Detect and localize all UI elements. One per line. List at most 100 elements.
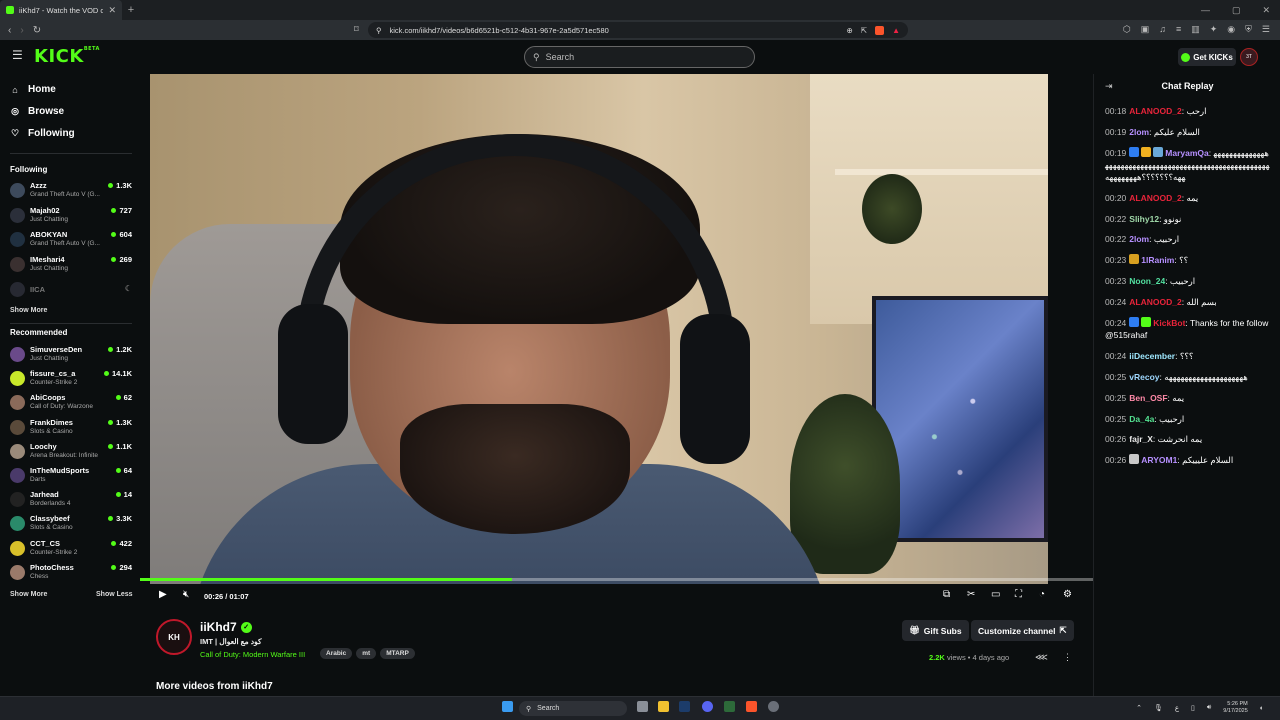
chat-username[interactable]: Ben_OSF (1129, 393, 1167, 403)
collapse-chat-icon[interactable]: ⇥ (1105, 81, 1113, 92)
sidebar-nav-browse[interactable]: ◎ Browse (10, 106, 64, 117)
chat-username[interactable]: iiDecember (1129, 351, 1175, 361)
chat-username[interactable]: Noon_24 (1129, 276, 1165, 286)
recommended-channel-item[interactable]: SimuverseDen Just Chatting 1.2K (10, 344, 132, 366)
following-channel-item[interactable]: Azzz Grand Theft Auto V (G... 1.3K (10, 180, 132, 202)
theater-mode-icon[interactable]: ▭ (991, 589, 1000, 600)
chat-username[interactable]: fajr_X (1129, 434, 1153, 444)
recommended-show-less-button[interactable]: Show Less (96, 591, 133, 598)
recommended-channel-item[interactable]: AbiCoops Call of Duty: Warzone 62 (10, 392, 132, 414)
recommended-show-more-button[interactable]: Show More (10, 591, 47, 598)
settings-gear-icon[interactable]: ⚙ (1063, 589, 1072, 600)
recommended-channel-item[interactable]: fissure_cs_a Counter-Strike 2 14.1K (10, 368, 132, 390)
clip-icon[interactable]: ✂ (967, 589, 975, 600)
brave-shield-icon[interactable] (875, 25, 885, 35)
following-channel-item[interactable]: IMeshari4 Just Chatting 269 (10, 254, 132, 276)
following-channel-item[interactable]: Majah02 Just Chatting 727 (10, 205, 132, 227)
zoom-icon[interactable]: ⊕ (846, 26, 852, 35)
brave-rewards-icon[interactable]: ▲ (892, 26, 900, 35)
vpn-icon[interactable]: ⛨ (1245, 24, 1252, 35)
tag[interactable]: Arabic (320, 648, 353, 659)
get-kicks-button[interactable]: Get KICKs (1178, 48, 1236, 66)
minimize-icon[interactable]: — (1201, 5, 1210, 15)
file-explorer-icon[interactable] (658, 701, 669, 712)
language-icon[interactable]: ع (1175, 704, 1179, 712)
chat-username[interactable]: vRecoy (1129, 372, 1159, 382)
chat-username[interactable]: Da_4a (1129, 414, 1154, 424)
chat-username[interactable]: Slihy12 (1129, 214, 1159, 224)
chat-username[interactable]: 2lom (1129, 127, 1149, 137)
brave-browser-icon[interactable] (746, 701, 757, 712)
forward-icon[interactable]: › (20, 25, 23, 36)
channel-avatar-large[interactable]: KH (156, 619, 192, 655)
taskbar-search[interactable]: ⚲ Search (519, 701, 627, 716)
following-show-more-button[interactable]: Show More (10, 307, 47, 314)
recommended-channel-item[interactable]: FrankDimes Slots & Casino 1.3K (10, 417, 132, 439)
xbox-icon[interactable] (724, 701, 735, 712)
profile-icon[interactable]: ◉ (1227, 24, 1235, 35)
site-info-icon[interactable]: ⚲ (376, 26, 382, 35)
customize-channel-button[interactable]: Customize channel ⇱ (971, 620, 1074, 641)
chat-username[interactable]: ALANOOD_2 (1129, 297, 1181, 307)
chevron-up-icon[interactable]: ⌃ (1136, 704, 1142, 712)
kick-logo[interactable]: KICKBETA (34, 46, 100, 67)
sidebar-toggle-icon[interactable]: ▥ (1191, 24, 1200, 35)
sidebar-nav-following[interactable]: ♡ Following (10, 128, 75, 139)
recommended-channel-item[interactable]: PhotoChess Chess 294 (10, 562, 132, 584)
reading-list-icon[interactable]: ≡ (1176, 24, 1181, 35)
maximize-icon[interactable]: ▢ (1232, 5, 1241, 16)
tag[interactable]: mt (356, 648, 377, 659)
new-tab-button[interactable]: + (122, 4, 140, 16)
bookmark-icon[interactable]: ⌑ (354, 24, 359, 35)
recommended-channel-item[interactable]: CCT_CS Counter-Strike 2 422 (10, 538, 132, 560)
task-view-icon[interactable] (637, 701, 648, 712)
menu-icon[interactable]: ☰ (1262, 24, 1270, 35)
following-channel-item[interactable]: ABOKYAN Grand Theft Auto V (G... 604 (10, 229, 132, 251)
video-progress-bar[interactable] (140, 578, 1093, 581)
channel-name[interactable]: iiKhd7 ✓ (200, 620, 252, 634)
mic-icon[interactable]: 🎙︎ (1154, 704, 1163, 712)
search-input[interactable]: ⚲ Search (524, 46, 755, 68)
tag[interactable]: MTARP (380, 648, 415, 659)
play-icon[interactable]: ▶ (159, 589, 167, 600)
leo-icon[interactable]: ✦ (1210, 24, 1218, 35)
share-icon[interactable]: ⋘ (1035, 652, 1048, 663)
chat-username[interactable]: ALANOOD_2 (1129, 193, 1181, 203)
chat-username[interactable]: 1lRanim (1141, 255, 1174, 265)
gift-subs-button[interactable]: 🎁︎ Gift Subs (902, 620, 969, 641)
more-options-icon[interactable]: ⋮ (1063, 652, 1072, 663)
miniplayer-icon[interactable]: ⧉ (943, 589, 950, 600)
recommended-channel-item[interactable]: Classybeef Slots & Casino 3.3K (10, 513, 132, 535)
recommended-channel-item[interactable]: Loochy Arena Breakout: Infinite 1.1K (10, 441, 132, 463)
close-window-icon[interactable]: ✕ (1262, 5, 1270, 16)
playback-speed-icon[interactable]: ◔ (1039, 589, 1045, 600)
media-icon[interactable]: ♫ (1159, 24, 1166, 35)
clock[interactable]: 5:26 PM 9/17/2025 (1223, 701, 1247, 715)
app-icon[interactable] (768, 701, 779, 712)
chat-username[interactable]: ARYOM1 (1141, 455, 1177, 465)
stream-category-link[interactable]: Call of Duty: Modern Warfare III (200, 650, 305, 659)
recommended-channel-item[interactable]: InTheMudSports Darts 64 (10, 465, 132, 487)
wallet-icon[interactable]: ▣ (1141, 24, 1150, 35)
url-field[interactable]: ⚲ kick.com/iikhd7/videos/b6d6521b-c512-4… (368, 22, 908, 38)
chat-username[interactable]: ALANOOD_2 (1129, 106, 1181, 116)
share-page-icon[interactable]: ⇱ (861, 26, 867, 35)
browser-tab[interactable]: iiKhd7 - Watch the VOD on Kick ✕ (0, 0, 122, 20)
chat-username[interactable]: 2lom (1129, 234, 1149, 244)
back-icon[interactable]: ‹ (8, 25, 11, 36)
hamburger-menu-icon[interactable]: ☰ (12, 49, 23, 61)
start-icon[interactable] (502, 701, 513, 712)
muted-speaker-icon[interactable]: 🔇︎ (183, 589, 189, 600)
recommended-channel-item[interactable]: Jarhead Borderlands 4 14 (10, 489, 132, 511)
fullscreen-icon[interactable]: ⛶ (1015, 589, 1022, 600)
chat-username[interactable]: MaryamQa (1165, 148, 1208, 158)
network-icon[interactable]: ▯ (1191, 704, 1195, 712)
user-avatar[interactable]: 3T (1240, 48, 1258, 66)
video-player[interactable] (150, 74, 1048, 608)
close-tab-icon[interactable]: ✕ (108, 5, 116, 16)
notifications-icon[interactable]: ◐ (1260, 705, 1264, 712)
reload-icon[interactable]: ↻ (33, 25, 41, 36)
extension-icon[interactable]: ⬡ (1123, 24, 1131, 35)
chat-username[interactable]: KickBot (1153, 318, 1185, 328)
discord-icon[interactable] (702, 701, 713, 712)
